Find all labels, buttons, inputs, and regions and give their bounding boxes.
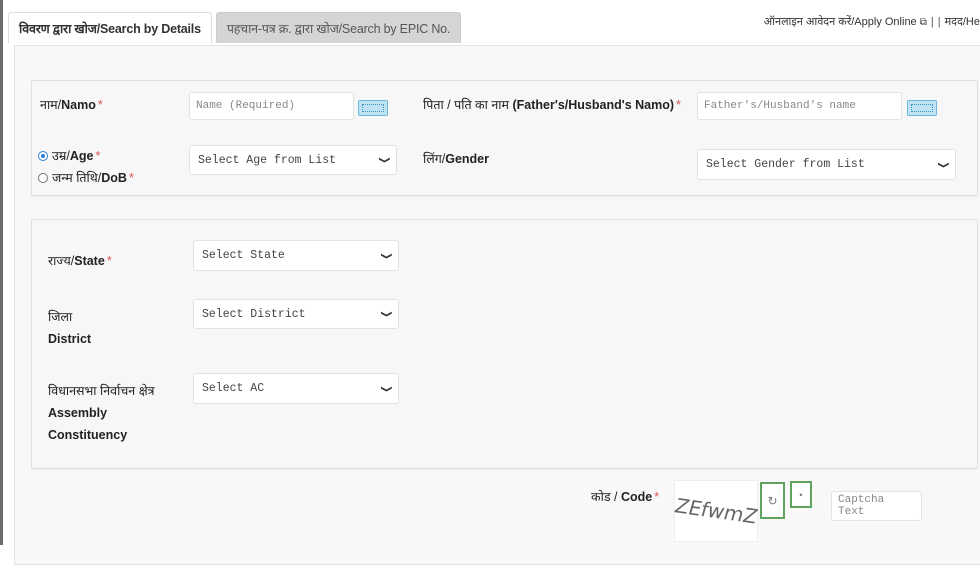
captcha-input[interactable]: Captcha Text (831, 491, 922, 521)
chevron-down-icon: ❯ (378, 156, 391, 164)
state-label: राज्य/State * (48, 254, 112, 268)
window-edge (0, 0, 3, 545)
captcha-label: कोड / Code * (591, 490, 660, 504)
chevron-down-icon: ❯ (380, 251, 393, 260)
district-select-value: Select District (202, 307, 306, 321)
external-link-icon: ⧉ (919, 17, 927, 28)
refresh-icon: ↻ (767, 493, 778, 508)
captcha-image: ZEfwmZ (672, 480, 760, 542)
captcha-placeholder: Captcha Text (838, 494, 885, 518)
ac-label: विधानसभा निर्वाचन क्षेत्र Assembly Const… (48, 384, 155, 442)
ac-select-value: Select AC (202, 382, 265, 395)
chevron-down-icon: ❯ (380, 384, 393, 393)
required-mark: * (95, 148, 101, 163)
tab-search-by-details[interactable]: विवरण द्वारा खोज/Search by Details (8, 12, 212, 43)
apply-online-label: ऑनलाइन आवेदन करें/Apply Online (763, 16, 917, 28)
chevron-down-icon: ❯ (380, 310, 393, 318)
ac-select[interactable]: Select AC ❯ (193, 373, 399, 404)
age-radio-option[interactable]: उम्र/Age * (38, 147, 100, 164)
district-select[interactable]: Select District ❯ (193, 299, 399, 329)
dob-label-en: DoB (101, 170, 127, 185)
refresh-captcha-button[interactable]: ↻ (760, 482, 785, 519)
age-label-en: Age (69, 148, 94, 163)
top-links: ऑनलाइन आवेदन करें/Apply Online ⧉ | | मदद… (764, 14, 980, 29)
father-name-placeholder: Father's/Husband's name (704, 100, 856, 112)
age-radio[interactable] (38, 150, 48, 161)
keyboard-icon[interactable] (907, 100, 937, 116)
separator: | (930, 15, 934, 28)
gender-select-value: Select Gender from List (706, 158, 865, 171)
chevron-down-icon: ❯ (937, 160, 950, 169)
search-tabs: विवरण द्वारा खोज/Search by Details पहचान… (8, 12, 465, 43)
dob-radio[interactable] (38, 172, 48, 183)
name-label: नाम/Namo * (40, 98, 103, 112)
age-label-hi: उम्र/ (52, 149, 70, 163)
father-name-input[interactable]: Father's/Husband's name (697, 92, 902, 120)
help-link[interactable]: मदद/He (945, 14, 980, 29)
audio-icon: • (799, 489, 803, 500)
age-select[interactable]: Select Age from List ❯ (189, 145, 397, 175)
state-select-value: Select State (202, 249, 285, 262)
father-name-label: पिता / पति का नाम (Father's/Husband's Na… (423, 98, 681, 112)
apply-online-link[interactable]: ऑनलाइन आवेदन करें/Apply Online ⧉ (764, 14, 927, 29)
state-select[interactable]: Select State ❯ (193, 240, 399, 271)
tab-search-by-epic[interactable]: पहचान-पत्र क्र. द्वारा खोज/Search by EPI… (215, 12, 462, 43)
dob-label-hi: जन्म तिथि/ (52, 171, 102, 185)
age-select-value: Select Age from List (198, 153, 337, 167)
gender-label: लिंग/Gender (423, 152, 489, 166)
dob-radio-option[interactable]: जन्म तिथि/DoB * (38, 169, 134, 186)
location-card (31, 219, 978, 469)
audio-captcha-button[interactable]: • (790, 481, 812, 508)
name-input[interactable]: Name (Required) (189, 92, 354, 120)
district-label: जिला District (48, 310, 92, 346)
required-mark: * (128, 170, 134, 185)
gender-select[interactable]: Select Gender from List ❯ (697, 149, 956, 180)
separator: | (937, 15, 941, 28)
name-placeholder: Name (Required) (196, 100, 296, 112)
keyboard-icon[interactable] (358, 100, 388, 116)
